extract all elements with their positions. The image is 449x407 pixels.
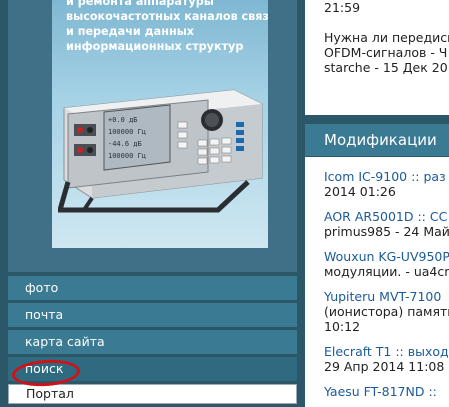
banner-line: и передачи данных xyxy=(66,25,195,38)
banner-image: и ремонта аппаратуры высокочастотных кан… xyxy=(52,0,268,248)
screen-line: -44.6 дБ xyxy=(108,140,142,148)
mod-link[interactable]: Wouxun KG-UV950P xyxy=(324,249,449,264)
menu-item-search[interactable]: поиск xyxy=(8,357,297,381)
screen-line: 100000 Гц xyxy=(108,128,146,136)
mod-meta: 29 Апр 2014 11:08 xyxy=(324,359,445,374)
menu-item-sitemap[interactable]: карта сайта xyxy=(8,330,297,354)
mod-meta: модуляции. - ua4cm xyxy=(324,264,449,279)
modifications-header: Модификации xyxy=(305,124,449,156)
screen-line: 100000 Гц xyxy=(108,152,146,160)
right-column: 21:59 Нужна ли передискр OFDM-сигналов -… xyxy=(305,0,449,407)
news-box: 21:59 Нужна ли передискр OFDM-сигналов -… xyxy=(305,0,449,115)
list-item: Yaesu FT-817ND :: xyxy=(324,384,449,399)
list-item: AOR AR5001D :: CC primus985 - 24 Май xyxy=(324,209,449,239)
news-time: 21:59 xyxy=(324,0,361,15)
news-item-line[interactable]: Нужна ли передискр xyxy=(324,30,449,45)
list-item: Yupiteru MVT-7100 (ионистора) памяти 10:… xyxy=(324,289,449,334)
screen-line: +0.0 дБ xyxy=(108,116,138,124)
list-item: Wouxun KG-UV950P модуляции. - ua4cm xyxy=(324,249,449,279)
mod-meta: primus985 - 24 Май xyxy=(324,224,449,239)
left-column: и ремонта аппаратуры высокочастотных кан… xyxy=(0,0,305,407)
mod-link[interactable]: Yupiteru MVT-7100 xyxy=(324,289,449,304)
mod-meta: 2014 01:26 xyxy=(324,184,396,199)
news-item-line[interactable]: OFDM-сигналов - Ч xyxy=(324,45,449,60)
list-item: Icom IC-9100 :: раз 2014 01:26 xyxy=(324,169,449,199)
banner-line: информационных структур xyxy=(66,40,244,53)
modifications-box: Icom IC-9100 :: раз 2014 01:26 AOR AR500… xyxy=(305,157,449,407)
banner-line: и ремонта аппаратуры xyxy=(66,0,214,8)
mod-meta: 10:12 xyxy=(324,319,361,334)
banner-line: высокочастотных каналов связи xyxy=(66,10,268,23)
news-item-line: starche - 15 Дек 20 xyxy=(324,60,448,75)
menu-item-photo[interactable]: фото xyxy=(8,276,297,300)
banner-panel: и ремонта аппаратуры высокочастотных кан… xyxy=(8,0,297,272)
list-item: Elecraft T1 :: выход 29 Апр 2014 11:08 xyxy=(324,344,449,374)
menu-subitem-portal[interactable]: Портал xyxy=(8,384,297,404)
banner-text: и ремонта аппаратуры высокочастотных кан… xyxy=(66,0,268,54)
test-instrument-image: +0.0 дБ 100000 Гц -44.6 дБ 100000 Гц xyxy=(58,89,263,213)
side-menu: фото почта карта сайта поиск Портал xyxy=(8,276,297,407)
mod-link[interactable]: Yaesu FT-817ND :: xyxy=(324,384,449,399)
mod-link[interactable]: Elecraft T1 :: выход xyxy=(324,344,449,359)
menu-item-mail[interactable]: почта xyxy=(8,303,297,327)
mod-link[interactable]: AOR AR5001D :: CC xyxy=(324,209,449,224)
mod-link[interactable]: Icom IC-9100 :: раз xyxy=(324,169,449,184)
mod-meta: (ионистора) памяти xyxy=(324,304,449,319)
